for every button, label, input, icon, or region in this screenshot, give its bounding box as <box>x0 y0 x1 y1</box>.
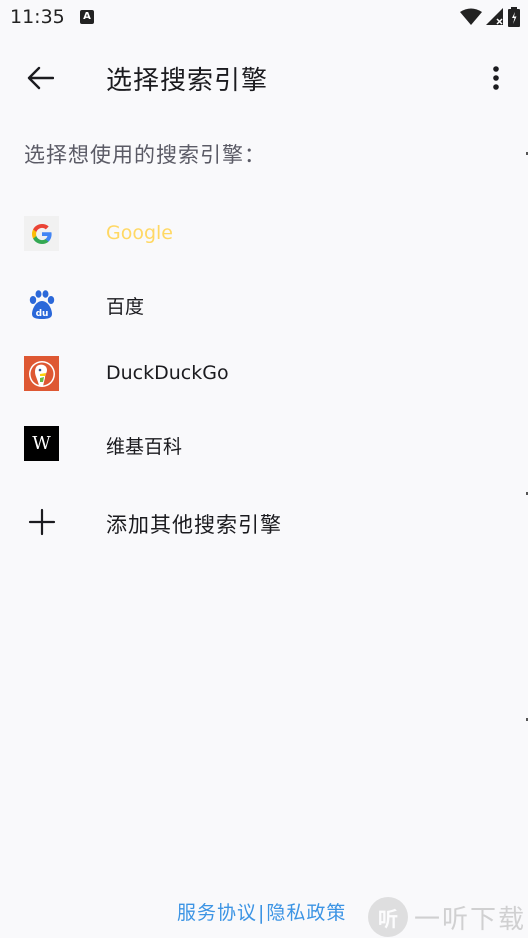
footer-separator: | <box>258 902 266 924</box>
engine-label-wikipedia: 维基百科 <box>106 436 183 458</box>
section-label: 选择想使用的搜索引擎： <box>24 143 266 167</box>
status-bar: 11:35 A <box>0 0 528 36</box>
engine-item-baidu[interactable]: du 百度 <box>0 269 528 339</box>
more-vert-icon <box>493 66 499 90</box>
signal-icon <box>486 8 503 25</box>
watermark-text: 一听下载 <box>414 904 527 935</box>
duckduckgo-icon <box>24 356 59 391</box>
wikipedia-icon: W <box>24 426 59 461</box>
engine-label-baidu: 百度 <box>106 296 145 318</box>
page-title: 选择搜索引擎 <box>106 66 269 96</box>
status-time: 11:35 <box>10 6 65 28</box>
add-engine-button[interactable]: 添加其他搜索引擎 <box>0 486 528 556</box>
baidu-icon: du <box>24 286 59 321</box>
engine-item-wikipedia[interactable]: W 维基百科 <box>0 409 528 479</box>
arrow-left-icon <box>27 66 54 90</box>
footer-links: 服务协议|隐私政策 <box>177 898 346 925</box>
status-icons <box>460 6 520 28</box>
app-bar: 选择搜索引擎 <box>0 44 528 112</box>
watermark: 听 一听下载 <box>368 896 528 938</box>
terms-link[interactable]: 服务协议 <box>177 902 257 924</box>
engine-item-duckduckgo[interactable]: DuckDuckGo <box>0 339 528 409</box>
engine-list: Google du 百度 DuckDuckGo W 维基百科 <box>0 199 528 479</box>
plus-icon <box>28 508 56 536</box>
engine-label-duckduckgo: DuckDuckGo <box>106 362 229 384</box>
privacy-link[interactable]: 隐私政策 <box>266 902 346 924</box>
battery-icon <box>508 7 520 27</box>
svg-text:du: du <box>35 309 48 319</box>
engine-item-google[interactable]: Google <box>0 199 528 269</box>
back-button[interactable] <box>18 58 62 98</box>
google-icon <box>24 216 59 251</box>
text-a-icon: A <box>80 10 94 24</box>
wifi-icon <box>460 8 482 25</box>
engine-label-google: Google <box>106 222 174 244</box>
more-options-button[interactable] <box>484 62 508 94</box>
watermark-badge: 听 <box>368 897 408 937</box>
add-engine-label: 添加其他搜索引擎 <box>106 513 282 537</box>
